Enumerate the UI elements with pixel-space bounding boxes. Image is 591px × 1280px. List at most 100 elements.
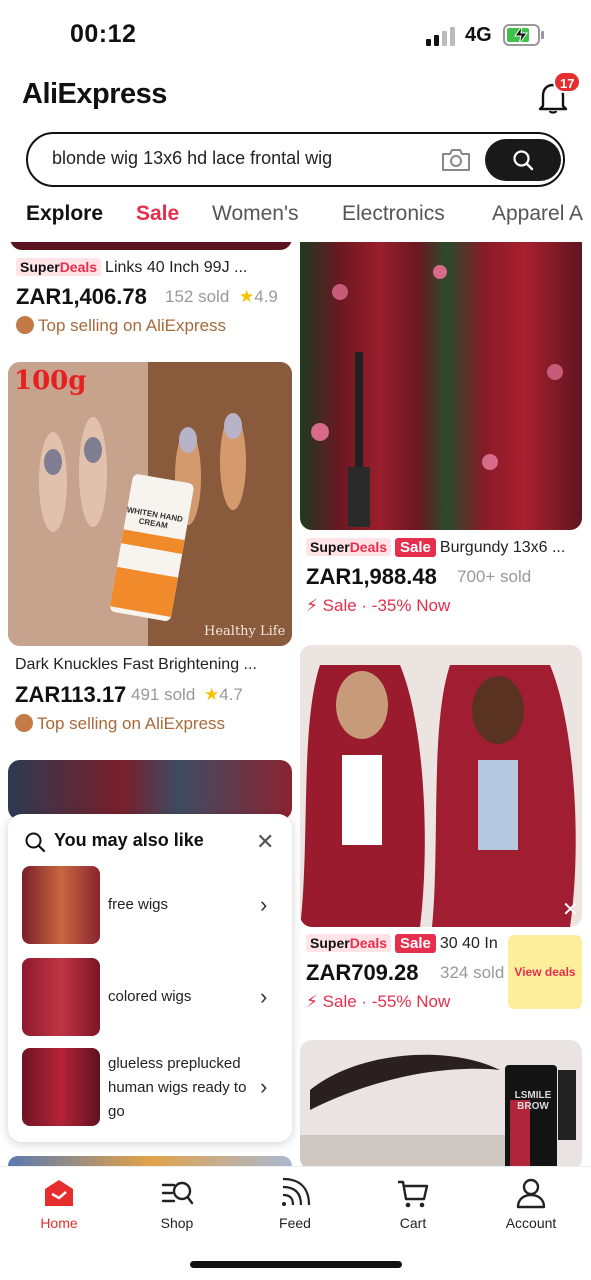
shop-icon <box>161 1181 194 1205</box>
promo-label: Top selling on AliExpress <box>16 316 226 336</box>
product-card[interactable]: SuperDeals Links 40 Inch 99J ... ZAR1,406… <box>8 242 292 352</box>
nav-account[interactable]: Account <box>486 1177 576 1231</box>
sold-count: 324 sold <box>440 963 505 982</box>
tab-womens[interactable]: Women's <box>212 202 298 226</box>
nav-cart-label: Cart <box>399 1215 427 1231</box>
product-card[interactable]: SuperDeals Sale Burgundy 13x6 ... ZAR1,988… <box>300 242 584 632</box>
product-price: ZAR113.17 <box>15 682 127 707</box>
search-button[interactable] <box>485 139 561 181</box>
battery-charging-icon <box>503 24 544 46</box>
flame-icon <box>16 316 34 334</box>
close-icon[interactable]: ✕ <box>256 831 274 853</box>
promo-label: Top selling on AliExpress <box>15 714 225 734</box>
image-text-brow: LSMILE BROW <box>514 1090 552 1112</box>
home-indicator <box>190 1261 402 1268</box>
product-price: ZAR1,988.48 <box>306 564 437 589</box>
search-bar[interactable]: blonde wig 13x6 hd lace frontal wig <box>26 132 565 187</box>
image-text-100g: 100g <box>14 366 87 396</box>
product-image[interactable] <box>8 760 292 820</box>
product-image[interactable] <box>10 242 292 250</box>
suggestion-label: free wigs <box>108 896 169 913</box>
title-text: 30 40 In <box>439 935 498 952</box>
superdeals-tag: SuperDeals <box>306 934 392 952</box>
status-bar: 00:12 4G <box>0 0 591 70</box>
product-title[interactable]: SuperDeals Sale Burgundy 13x6 ... <box>306 538 580 557</box>
suggestion-item[interactable]: free wigs › <box>22 866 282 946</box>
tab-electronics[interactable]: Electronics <box>342 202 445 226</box>
nav-shop[interactable]: Shop <box>132 1177 222 1231</box>
rating: ★4.7 <box>204 685 243 704</box>
sale-label: ⚡ Sale · -35% Now <box>306 596 451 615</box>
account-icon <box>516 1178 546 1209</box>
nav-account-label: Account <box>505 1215 557 1231</box>
popup-title: You may also like <box>54 830 204 850</box>
flame-icon <box>15 714 33 732</box>
nav-home-label: Home <box>40 1215 78 1231</box>
suggestion-thumbnail <box>22 1048 100 1126</box>
sale-tag: Sale <box>395 934 436 953</box>
product-price: ZAR1,406.78 <box>16 284 147 309</box>
camera-icon[interactable] <box>440 147 472 173</box>
tab-apparel[interactable]: Apparel A <box>492 202 583 226</box>
sold-count: 152 sold <box>165 287 230 306</box>
sale-tag: Sale <box>395 538 436 557</box>
lightning-icon: ⚡ <box>306 992 318 1011</box>
feed-icon <box>282 1177 311 1206</box>
view-deals-button[interactable]: View deals <box>508 935 582 1009</box>
suggestion-item[interactable]: glueless preplucked human wigs ready to … <box>22 1048 282 1128</box>
home-icon <box>45 1180 73 1206</box>
tab-sale[interactable]: Sale <box>136 202 179 226</box>
suggestion-thumbnail <box>22 958 100 1036</box>
superdeals-tag: SuperDeals <box>306 538 392 556</box>
product-image[interactable]: ✕ <box>300 645 582 927</box>
cart-icon <box>398 1180 429 1208</box>
nav-feed-label: Feed <box>279 1215 311 1231</box>
product-card[interactable]: 100g WHITEN HAND CREAM Healthy Life Dark… <box>8 362 292 742</box>
chevron-right-icon: › <box>260 1074 268 1099</box>
title-text: Links 40 Inch 99J ... <box>105 259 248 276</box>
nav-shop-label: Shop <box>160 1215 194 1231</box>
product-card[interactable]: LSMILE BROW <box>300 1040 584 1167</box>
product-feed: SuperDeals Links 40 Inch 99J ... ZAR1,406… <box>0 242 591 1167</box>
product-title[interactable]: SuperDeals Links 40 Inch 99J ... <box>16 258 286 277</box>
status-time: 00:12 <box>70 20 137 48</box>
search-icon <box>25 832 46 853</box>
product-card[interactable] <box>8 760 292 820</box>
search-input[interactable]: blonde wig 13x6 hd lace frontal wig <box>52 148 332 169</box>
superdeals-tag: SuperDeals <box>16 258 102 276</box>
star-icon: ★ <box>239 287 255 306</box>
aliexpress-logo[interactable]: AliExpress <box>22 78 167 111</box>
rating: ★4.9 <box>239 287 278 306</box>
image-text-brand: Healthy Life <box>204 624 286 639</box>
nav-home[interactable]: Home <box>14 1177 104 1231</box>
product-title[interactable]: Dark Knuckles Fast Brightening ... <box>15 656 285 674</box>
close-icon[interactable]: ✕ <box>562 897 579 922</box>
suggestion-label: colored wigs <box>108 988 192 1005</box>
product-price: ZAR709.28 <box>306 960 419 985</box>
title-text: Burgundy 13x6 ... <box>439 539 566 556</box>
tab-explore[interactable]: Explore <box>26 202 103 226</box>
signal-icon <box>426 26 456 46</box>
you-may-also-like-popup: You may also like ✕ free wigs › colored … <box>8 814 292 1142</box>
sold-count: 700+ sold <box>457 567 532 586</box>
chevron-right-icon: › <box>260 892 268 917</box>
suggestion-item[interactable]: colored wigs › <box>22 958 282 1038</box>
product-image[interactable]: 100g WHITEN HAND CREAM Healthy Life <box>8 362 292 646</box>
product-image[interactable]: LSMILE BROW <box>300 1040 582 1167</box>
sold-count: 491 sold <box>131 685 196 704</box>
product-title[interactable]: SuperDeals Sale 30 40 In <box>306 934 514 953</box>
lightning-icon: ⚡ <box>306 596 318 615</box>
notification-badge: 17 <box>553 71 582 93</box>
chevron-right-icon: › <box>260 984 268 1009</box>
nav-cart[interactable]: Cart <box>368 1177 458 1231</box>
suggestion-thumbnail <box>22 866 100 944</box>
sale-label: ⚡ Sale · -55% Now <box>306 992 451 1011</box>
network-type: 4G <box>465 24 492 46</box>
logo-text: AliExpress <box>22 78 167 110</box>
suggestion-label: glueless preplucked human wigs ready to … <box>108 1055 247 1120</box>
category-tabs: Explore Sale Women's Electronics Apparel… <box>0 202 591 236</box>
nav-feed[interactable]: Feed <box>250 1177 340 1231</box>
product-image[interactable] <box>300 242 582 530</box>
search-icon <box>513 150 534 171</box>
star-icon: ★ <box>204 685 220 704</box>
